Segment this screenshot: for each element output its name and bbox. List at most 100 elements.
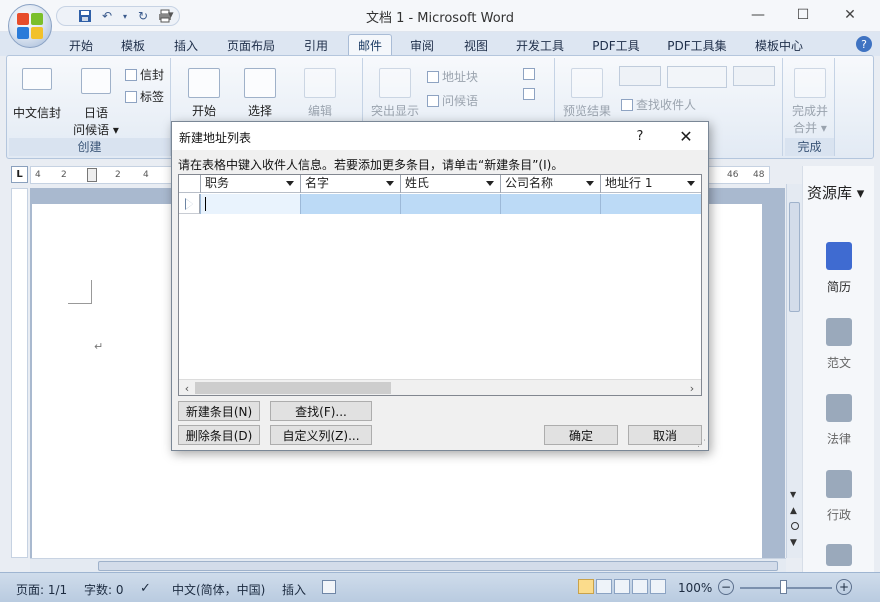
minimize-button[interactable]: — bbox=[736, 0, 780, 30]
column-header-address-1[interactable]: 地址行 1 bbox=[600, 175, 701, 193]
tab-home[interactable]: 开始 bbox=[60, 34, 102, 56]
find-recipient-button[interactable]: 查找收件人 bbox=[621, 96, 696, 113]
chevron-down-icon[interactable] bbox=[486, 181, 494, 186]
record-number-input[interactable] bbox=[667, 66, 727, 88]
tab-view[interactable]: 视图 bbox=[454, 34, 498, 56]
help-icon[interactable]: ? bbox=[856, 36, 872, 52]
chevron-down-icon[interactable] bbox=[586, 181, 594, 186]
address-list-grid[interactable]: 职务 名字 姓氏 公司名称 地址行 1 ‹ › bbox=[178, 174, 702, 396]
cell-title[interactable] bbox=[200, 194, 300, 214]
cell-last-name[interactable] bbox=[400, 194, 500, 214]
customize-columns-button[interactable]: 自定义列(Z)... bbox=[270, 425, 372, 445]
labels-button[interactable]: 标签 bbox=[125, 88, 164, 105]
qat-customize-button[interactable]: ▾ bbox=[168, 8, 174, 21]
panel-item-sample[interactable]: 范文 bbox=[803, 318, 875, 371]
print-layout-view-icon[interactable] bbox=[578, 579, 594, 594]
word-count-status[interactable]: 字数: 0 bbox=[84, 581, 124, 598]
chevron-down-icon[interactable] bbox=[286, 181, 294, 186]
zoom-out-icon[interactable]: − bbox=[718, 579, 734, 595]
indent-marker-icon[interactable] bbox=[87, 168, 97, 182]
tab-template-center[interactable]: 模板中心 bbox=[746, 34, 812, 56]
undo-dropdown-icon[interactable]: ▾ bbox=[121, 8, 129, 24]
chevron-down-icon[interactable] bbox=[386, 181, 394, 186]
finish-merge-button[interactable]: 完成并 合并 ▾ bbox=[785, 68, 835, 136]
cell-company[interactable] bbox=[500, 194, 600, 214]
table-row[interactable] bbox=[179, 194, 701, 214]
insert-mode-status[interactable]: 插入 bbox=[282, 581, 306, 598]
chevron-down-icon[interactable] bbox=[687, 181, 695, 186]
address-block-button[interactable]: 地址块 bbox=[427, 68, 478, 85]
new-entry-button[interactable]: 新建条目(N) bbox=[178, 401, 260, 421]
draft-view-icon[interactable] bbox=[650, 579, 666, 594]
language-status[interactable]: 中文(简体，中国) bbox=[172, 581, 265, 598]
preview-results-button[interactable]: 预览结果 bbox=[561, 68, 613, 119]
zoom-in-icon[interactable]: + bbox=[836, 579, 852, 595]
delete-entry-button[interactable]: 删除条目(D) bbox=[178, 425, 260, 445]
ok-button[interactable]: 确定 bbox=[544, 425, 618, 445]
close-button[interactable]: ✕ bbox=[828, 0, 872, 30]
scroll-left-icon[interactable]: ‹ bbox=[180, 381, 194, 395]
tab-pdf-tools[interactable]: PDF工具 bbox=[584, 34, 648, 56]
web-layout-view-icon[interactable] bbox=[614, 579, 630, 594]
page-count-status[interactable]: 页面: 1/1 bbox=[16, 581, 67, 598]
find-button[interactable]: 查找(F)... bbox=[270, 401, 372, 421]
column-header-company[interactable]: 公司名称 bbox=[500, 175, 600, 193]
save-icon[interactable] bbox=[77, 8, 93, 24]
tab-references[interactable]: 引用 bbox=[294, 34, 338, 56]
greeting-line-button[interactable]: 问候语 bbox=[427, 92, 478, 109]
tab-templates[interactable]: 模板 bbox=[112, 34, 154, 56]
select-recipients-button[interactable]: 选择 bbox=[237, 68, 283, 119]
resource-library-title[interactable]: 资源库 ▾ bbox=[807, 182, 864, 203]
tab-pdf-toolset[interactable]: PDF工具集 bbox=[660, 34, 734, 56]
tab-mailings[interactable]: 邮件 bbox=[348, 34, 392, 56]
next-page-icon[interactable]: ▼ bbox=[790, 538, 797, 548]
rules-button[interactable] bbox=[523, 68, 535, 80]
panel-item-more[interactable] bbox=[803, 544, 875, 574]
tab-developer[interactable]: 开发工具 bbox=[508, 34, 572, 56]
proofing-icon[interactable]: ✓ bbox=[140, 581, 151, 596]
tab-page-layout[interactable]: 页面布局 bbox=[218, 34, 284, 56]
nav-next-last[interactable] bbox=[733, 66, 775, 86]
tab-selector-button[interactable]: L bbox=[11, 166, 28, 183]
vertical-scroll-thumb[interactable] bbox=[789, 202, 800, 312]
column-header-title[interactable]: 职务 bbox=[200, 175, 300, 193]
envelopes-button[interactable]: 信封 bbox=[125, 66, 164, 83]
chinese-envelope-button[interactable]: 中文信封 bbox=[13, 68, 61, 121]
zoom-level[interactable]: 100% bbox=[678, 581, 712, 595]
grid-scroll-thumb[interactable] bbox=[195, 382, 391, 394]
panel-item-resume[interactable]: 简历 bbox=[803, 242, 875, 295]
maximize-button[interactable]: ☐ bbox=[781, 0, 825, 30]
resize-grip-icon[interactable]: ⋰ bbox=[697, 439, 707, 449]
horizontal-scroll-thumb[interactable] bbox=[98, 561, 778, 571]
prev-page-icon[interactable]: ▲ bbox=[790, 506, 797, 516]
browse-object-icon[interactable] bbox=[791, 522, 799, 530]
edit-recipients-button[interactable]: 编辑 bbox=[297, 68, 343, 119]
scroll-down-icon[interactable]: ▼ bbox=[790, 490, 796, 499]
macro-record-icon[interactable] bbox=[322, 580, 336, 594]
tab-review[interactable]: 审阅 bbox=[400, 34, 444, 56]
tab-insert[interactable]: 插入 bbox=[164, 34, 208, 56]
redo-icon[interactable]: ↻ bbox=[135, 8, 151, 24]
outline-view-icon[interactable] bbox=[632, 579, 648, 594]
grid-horizontal-scrollbar[interactable]: ‹ › bbox=[179, 379, 701, 395]
scroll-right-icon[interactable]: › bbox=[685, 381, 699, 395]
vertical-ruler[interactable] bbox=[11, 188, 28, 558]
column-header-first-name[interactable]: 名字 bbox=[300, 175, 400, 193]
column-header-last-name[interactable]: 姓氏 bbox=[400, 175, 500, 193]
zoom-slider-knob[interactable] bbox=[780, 580, 787, 594]
dialog-help-button[interactable]: ? bbox=[628, 126, 652, 146]
undo-icon[interactable]: ↶ bbox=[99, 8, 115, 24]
japanese-greeting-button[interactable]: 日语 问候语 ▾ bbox=[71, 68, 121, 138]
office-button[interactable] bbox=[8, 4, 52, 48]
panel-item-admin[interactable]: 行政 bbox=[803, 470, 875, 523]
dialog-close-button[interactable]: ✕ bbox=[672, 124, 700, 148]
row-selector[interactable] bbox=[179, 194, 200, 214]
cell-address-1[interactable] bbox=[600, 194, 701, 214]
full-screen-view-icon[interactable] bbox=[596, 579, 612, 594]
start-merge-button[interactable]: 开始 bbox=[181, 68, 227, 119]
vertical-scrollbar[interactable]: ▼ ▲ ▼ bbox=[786, 184, 802, 558]
panel-item-legal[interactable]: 法律 bbox=[803, 394, 875, 447]
cancel-button[interactable]: 取消 bbox=[628, 425, 702, 445]
horizontal-scrollbar[interactable] bbox=[30, 558, 786, 572]
highlight-fields-button[interactable]: 突出显示 bbox=[367, 68, 423, 119]
